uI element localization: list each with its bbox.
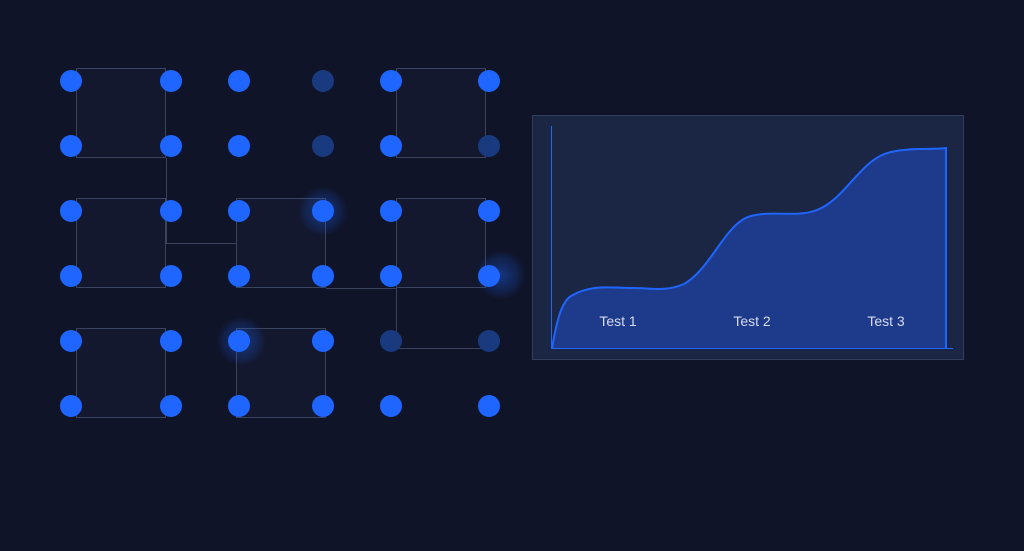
chart-label-3: Test 3 xyxy=(819,313,953,329)
node-dot-dim xyxy=(312,135,334,157)
node-box xyxy=(76,198,166,288)
node-dot xyxy=(160,330,182,352)
node-dot xyxy=(60,135,82,157)
network-diagram xyxy=(60,70,520,450)
chart-label-2: Test 2 xyxy=(685,313,819,329)
node-dot-dim xyxy=(380,330,402,352)
node-box xyxy=(396,198,486,288)
node-dot xyxy=(228,200,250,222)
node-dot xyxy=(478,265,500,287)
node-dot xyxy=(160,200,182,222)
node-box xyxy=(76,68,166,158)
node-dot xyxy=(312,200,334,222)
node-dot-dim xyxy=(478,135,500,157)
node-dot xyxy=(60,330,82,352)
node-dot xyxy=(160,70,182,92)
connector xyxy=(166,243,236,244)
node-dot xyxy=(160,395,182,417)
node-dot xyxy=(228,70,250,92)
node-dot xyxy=(312,265,334,287)
node-dot xyxy=(478,70,500,92)
node-dot-dim xyxy=(478,330,500,352)
node-dot xyxy=(312,330,334,352)
test-results-chart: Test 1 Test 2 Test 3 xyxy=(532,115,964,360)
node-dot xyxy=(380,135,402,157)
node-dot xyxy=(478,200,500,222)
node-dot xyxy=(312,395,334,417)
node-dot xyxy=(380,200,402,222)
chart-label-1: Test 1 xyxy=(551,313,685,329)
connector xyxy=(326,288,396,289)
node-dot xyxy=(228,330,250,352)
node-dot xyxy=(228,265,250,287)
node-dot xyxy=(60,200,82,222)
node-dot xyxy=(60,265,82,287)
node-dot xyxy=(60,395,82,417)
node-dot xyxy=(228,395,250,417)
node-box xyxy=(396,68,486,158)
node-dot xyxy=(160,135,182,157)
node-dot xyxy=(380,70,402,92)
node-dot xyxy=(160,265,182,287)
chart-x-labels: Test 1 Test 2 Test 3 xyxy=(551,313,953,329)
node-box xyxy=(76,328,166,418)
node-dot xyxy=(380,265,402,287)
node-dot xyxy=(380,395,402,417)
node-dot xyxy=(60,70,82,92)
node-dot xyxy=(478,395,500,417)
node-dot xyxy=(228,135,250,157)
node-dot-dim xyxy=(312,70,334,92)
